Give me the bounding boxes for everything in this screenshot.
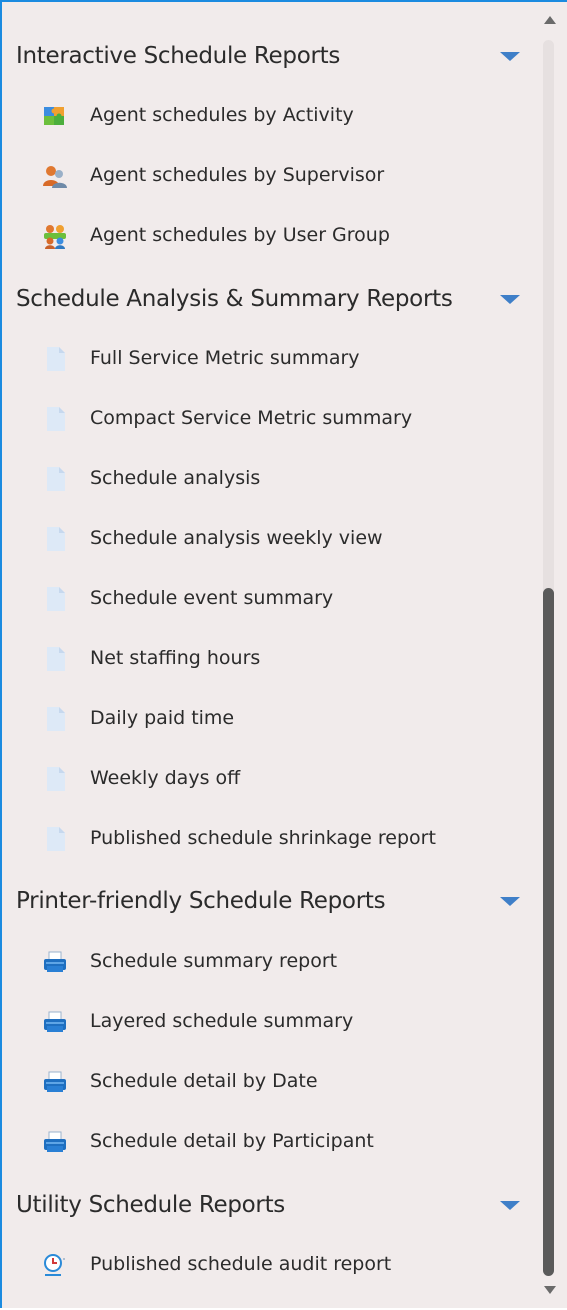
collapse-caret-icon[interactable] — [500, 897, 520, 906]
report-label: Schedule detail by Date — [90, 1070, 318, 1092]
collapse-caret-icon[interactable] — [500, 295, 520, 304]
report-item-full-service[interactable]: Full Service Metric summary — [16, 338, 526, 378]
report-label: Compact Service Metric summary — [90, 407, 413, 429]
document-icon — [47, 347, 65, 371]
report-label: Schedule analysis — [90, 467, 261, 489]
report-item-user-group[interactable]: Agent schedules by User Group — [16, 215, 526, 255]
collapse-caret-icon[interactable] — [500, 52, 520, 61]
vertical-scrollbar[interactable] — [540, 2, 562, 1310]
document-icon — [47, 467, 65, 491]
scroll-up-arrow-icon[interactable] — [544, 16, 556, 24]
printer-icon — [44, 1131, 66, 1152]
activity-puzzle-icon — [44, 107, 64, 125]
report-label: Daily paid time — [90, 707, 235, 729]
document-icon — [47, 767, 65, 791]
report-label: Schedule analysis weekly view — [90, 527, 383, 549]
collapse-caret-icon[interactable] — [500, 1201, 520, 1210]
printer-icon — [44, 1011, 66, 1032]
section-title: Printer-friendly Schedule Reports — [16, 888, 386, 914]
report-label: Full Service Metric summary — [90, 347, 360, 369]
report-item-weekly-days-off[interactable]: Weekly days off — [16, 758, 526, 798]
report-item-daily-paid[interactable]: Daily paid time — [16, 698, 526, 738]
reports-panel: Interactive Schedule Reports Agent sched… — [0, 0, 567, 1308]
report-label: Schedule event summary — [90, 587, 334, 609]
report-label: Published schedule audit report — [90, 1253, 392, 1275]
section-title: Schedule Analysis & Summary Reports — [16, 286, 453, 312]
report-label: Layered schedule summary — [90, 1010, 354, 1032]
report-item-audit[interactable]: Published schedule audit report — [16, 1244, 526, 1284]
report-item-layered-summary[interactable]: Layered schedule summary — [16, 1001, 526, 1041]
report-item-detail-date[interactable]: Schedule detail by Date — [16, 1061, 526, 1101]
report-item-shrinkage[interactable]: Published schedule shrinkage report — [16, 818, 526, 858]
report-item-compact-service[interactable]: Compact Service Metric summary — [16, 398, 526, 438]
report-item-supervisor[interactable]: Agent schedules by Supervisor — [16, 155, 526, 195]
report-item-event-summary[interactable]: Schedule event summary — [16, 578, 526, 618]
section-header-analysis[interactable]: Schedule Analysis & Summary Reports — [16, 279, 536, 319]
section-header-interactive[interactable]: Interactive Schedule Reports — [16, 36, 536, 76]
report-item-activity[interactable]: Agent schedules by Activity — [16, 95, 526, 135]
user-group-icon — [44, 225, 66, 249]
scrollbar-thumb[interactable] — [543, 588, 554, 1276]
scroll-down-arrow-icon[interactable] — [544, 1286, 556, 1294]
document-icon — [47, 707, 65, 731]
report-label: Agent schedules by Activity — [90, 104, 354, 126]
section-header-printer[interactable]: Printer-friendly Schedule Reports — [16, 881, 536, 921]
document-icon — [47, 587, 65, 611]
section-header-utility[interactable]: Utility Schedule Reports — [16, 1185, 536, 1225]
document-icon — [47, 647, 65, 671]
report-label: Weekly days off — [90, 767, 241, 789]
report-label: Schedule detail by Participant — [90, 1130, 374, 1152]
supervisor-people-icon — [43, 166, 67, 188]
report-label: Schedule summary report — [90, 950, 338, 972]
printer-icon — [44, 951, 66, 972]
report-label: Agent schedules by Supervisor — [90, 164, 385, 186]
report-item-net-staffing[interactable]: Net staffing hours — [16, 638, 526, 678]
section-title: Interactive Schedule Reports — [16, 43, 341, 69]
report-label: Published schedule shrinkage report — [90, 827, 436, 849]
section-title: Utility Schedule Reports — [16, 1192, 285, 1218]
document-icon — [47, 827, 65, 851]
document-icon — [47, 527, 65, 551]
report-item-analysis-weekly[interactable]: Schedule analysis weekly view — [16, 518, 526, 558]
report-label: Net staffing hours — [90, 647, 261, 669]
document-icon — [47, 407, 65, 431]
printer-icon — [44, 1071, 66, 1092]
clock-audit-icon — [44, 1254, 65, 1276]
report-item-summary-report[interactable]: Schedule summary report — [16, 941, 526, 981]
report-item-schedule-analysis[interactable]: Schedule analysis — [16, 458, 526, 498]
report-item-detail-participant[interactable]: Schedule detail by Participant — [16, 1121, 526, 1161]
report-label: Agent schedules by User Group — [90, 224, 390, 246]
